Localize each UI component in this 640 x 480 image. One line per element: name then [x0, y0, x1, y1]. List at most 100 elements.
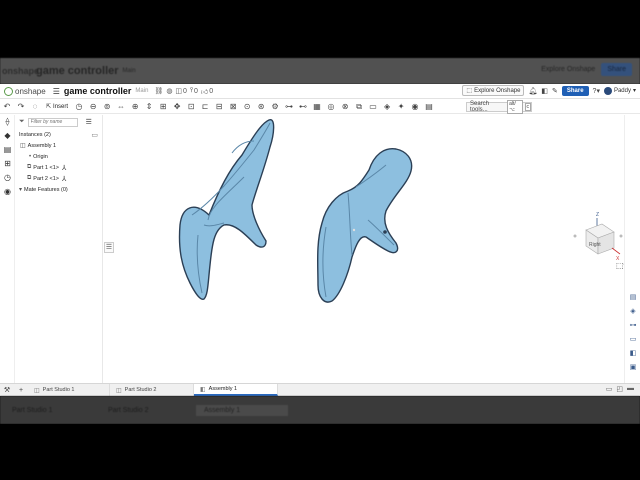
properties-icon[interactable]: ▭	[625, 333, 640, 347]
screw-relation-icon[interactable]: ⊷	[296, 101, 310, 113]
sketch-icon[interactable]: ◌	[28, 101, 42, 113]
undo-icon[interactable]: ↶	[0, 101, 14, 113]
ghost-tab: Assembly 1	[196, 404, 288, 416]
configurations-icon[interactable]: ⊞	[0, 157, 15, 171]
part2-row[interactable]: ⧉ Part 2 <1> ⅄	[15, 173, 102, 184]
part-2-hole	[383, 230, 387, 234]
versions-button[interactable]: ◫ 0	[175, 87, 187, 96]
new-folder-icon[interactable]: ▭	[91, 131, 98, 139]
appearance-icon[interactable]: ◉	[0, 185, 15, 199]
view-mode-icon[interactable]: ▬	[627, 385, 634, 393]
user-menu[interactable]: Paddy ▾	[603, 86, 636, 95]
mate-connector-icon[interactable]: ⊙	[240, 101, 254, 113]
relation-icon[interactable]: ⊛	[254, 101, 268, 113]
pin-slot-mate-icon[interactable]: ⊞	[156, 101, 170, 113]
view-cube-rotate-right-icon[interactable]	[619, 234, 623, 238]
explode-icon[interactable]: ✦	[394, 101, 408, 113]
notifications-bell-icon[interactable]: 🔔︎	[528, 87, 537, 95]
ball-mate-icon[interactable]: ✥	[170, 101, 184, 113]
ghost-doc-title: game controller	[36, 65, 119, 77]
help-icon[interactable]: ?▾	[593, 87, 600, 95]
rack-pinion-icon[interactable]: ⊶	[282, 101, 296, 113]
history-icon[interactable]: ◷	[0, 171, 15, 185]
onshape-logo[interactable]: onshape	[4, 86, 46, 96]
filter-row: ⏷ ☰	[15, 115, 102, 129]
tab-part-studio-1[interactable]: ◫ Part Studio 1	[28, 384, 110, 396]
branch-label[interactable]: Main	[135, 88, 148, 94]
explore-onshape-button[interactable]: ⬚ Explore Onshape	[462, 85, 525, 96]
assembly-row[interactable]: ◫ Assembly 1	[15, 140, 102, 151]
linear-pattern-icon[interactable]: ▦	[310, 101, 324, 113]
slider-mate-icon[interactable]: ⇔	[114, 101, 128, 113]
tangent-mate-icon[interactable]: ⊏	[198, 101, 212, 113]
measure-icon[interactable]: ▭	[366, 101, 380, 113]
planar-mate-icon[interactable]: ⊕	[128, 101, 142, 113]
replicate-icon[interactable]: ⊗	[338, 101, 352, 113]
render-icon[interactable]: ◧	[625, 347, 640, 361]
revolute-mate-icon[interactable]: ⊚	[100, 101, 114, 113]
fastened-mate-icon[interactable]: ⊖	[86, 101, 100, 113]
gear-relation-icon[interactable]: ⚙	[268, 101, 282, 113]
named-views-icon[interactable]: ▤	[422, 101, 436, 113]
instances-label: Instances (2)	[19, 131, 51, 138]
section-view-icon[interactable]: ◈	[380, 101, 394, 113]
origin-row[interactable]: • Origin	[15, 151, 102, 162]
parallel-mate-icon[interactable]: ⊡	[184, 101, 198, 113]
globe-icon[interactable]: ◍	[166, 87, 172, 95]
right-icon-rail: ▤ ◈ ⊶ ▭ ◧ ▣	[624, 115, 640, 383]
insert-button[interactable]: ⇱ Insert	[46, 103, 68, 111]
bom-icon[interactable]: ▤	[0, 143, 15, 157]
redo-icon[interactable]: ↷	[14, 101, 28, 113]
graphics-viewport[interactable]	[104, 115, 624, 383]
circular-pattern-icon[interactable]: ◎	[324, 101, 338, 113]
display-states-icon[interactable]: ◉	[408, 101, 422, 113]
mate-features-row[interactable]: ▾ Mate Features (0)	[15, 184, 102, 195]
mates-panel-icon[interactable]: ⊶	[625, 319, 640, 333]
header-right: ⬚ Explore Onshape 🔔︎ ◧ ✎ Share ?▾ Paddy …	[462, 85, 636, 96]
cylindrical-mate-icon[interactable]: ⇕	[142, 101, 156, 113]
instances-header[interactable]: Instances (2) ▭	[15, 129, 102, 140]
settings-panel-icon[interactable]: ▣	[625, 361, 640, 375]
ghost-branch: Main	[122, 68, 136, 74]
hamburger-menu-icon[interactable]: ☰	[53, 87, 60, 96]
parts-list-icon[interactable]: ▤	[625, 291, 640, 305]
link-icon[interactable]: ⛓	[154, 87, 163, 95]
mirror-icon[interactable]: ⧉	[352, 101, 366, 113]
add-tab-icon[interactable]: +	[14, 387, 28, 394]
thumbs-up-icon: 👍︎	[200, 88, 209, 96]
width-mate-icon[interactable]: ⊟	[212, 101, 226, 113]
zoom-to-fit-icon[interactable]: ▭	[606, 385, 613, 393]
share-button[interactable]: Share	[561, 85, 589, 96]
search-shortcut-key: alt/⌥	[507, 100, 523, 114]
appearance-panel-icon[interactable]: ◈	[625, 305, 640, 319]
search-tools-input[interactable]: Search tools... alt/⌥ c	[466, 100, 532, 114]
document-title[interactable]: game controller	[64, 86, 132, 96]
clock-icon[interactable]: ◷	[72, 101, 86, 113]
ghost-share: Share	[601, 63, 632, 76]
tools-icon[interactable]: ✎	[552, 87, 558, 95]
likes-button[interactable]: 👍︎ 0	[201, 87, 213, 96]
model-canvas[interactable]	[104, 115, 624, 383]
chevron-down-icon: ▾	[19, 187, 23, 193]
comments-button[interactable]: ⫯ 0	[190, 87, 198, 95]
app-store-icon[interactable]: ◧	[541, 87, 548, 95]
tab-manager-icon[interactable]: ⚒	[0, 386, 14, 394]
panel-toggle-icon[interactable]: ☰	[104, 242, 114, 253]
tab-assembly-1[interactable]: ◧ Assembly 1	[194, 384, 278, 396]
mate-features-label: Mate Features (0)	[24, 186, 68, 193]
part-2-model[interactable]	[316, 148, 413, 303]
ghost-header: onshape game controller Main Explore Ons…	[0, 58, 640, 84]
isometric-view-icon[interactable]: ◰	[616, 385, 623, 393]
group-icon[interactable]: ⊠	[226, 101, 240, 113]
part-1-model[interactable]	[178, 119, 275, 300]
comments-icon[interactable]: ◆	[0, 129, 15, 143]
list-view-icon[interactable]: ☰	[86, 118, 92, 126]
filter-by-name-input[interactable]	[27, 117, 78, 127]
tab-part-studio-2[interactable]: ◫ Part Studio 2	[110, 384, 194, 396]
right-rail-spacer	[625, 115, 640, 291]
part1-row[interactable]: ⧉ Part 1 <1> ⅄	[15, 162, 102, 173]
left-icon-rail: ⟠ ◆ ▤ ⊞ ◷ ◉	[0, 115, 15, 383]
feature-tree-icon[interactable]: ⟠	[0, 115, 15, 129]
view-cube-rotate-left-icon[interactable]	[573, 234, 577, 238]
filter-icon[interactable]: ⏷	[19, 118, 25, 126]
